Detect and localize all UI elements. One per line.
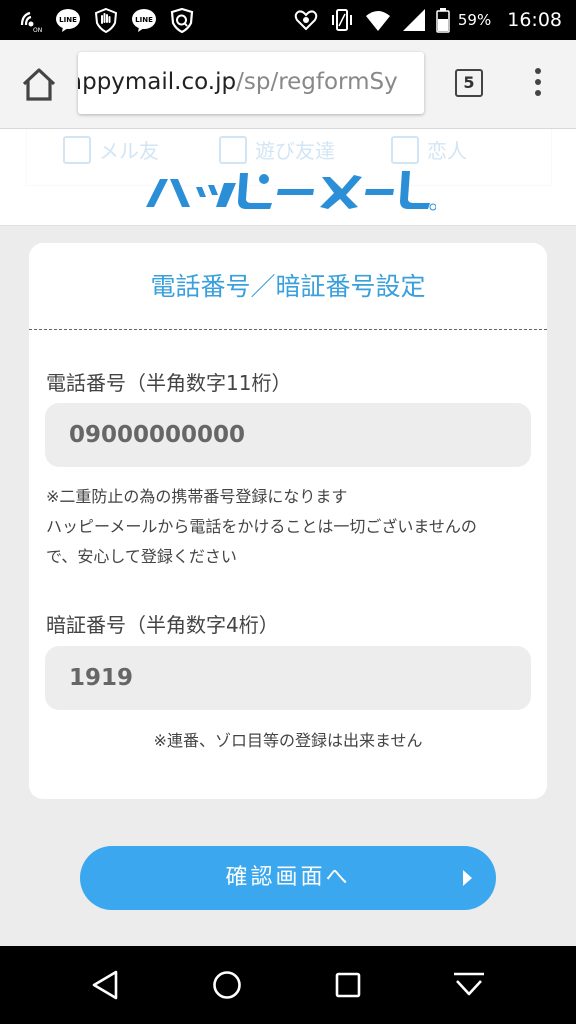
- svg-text:LINE: LINE: [135, 16, 153, 24]
- tab-switcher-button[interactable]: 5: [455, 69, 483, 97]
- pin-note: ※連番、ゾロ目等の登録は出来ません: [153, 731, 423, 750]
- dashed-divider: [29, 329, 547, 330]
- overflow-menu-icon[interactable]: [530, 68, 546, 100]
- happymail-logo: [144, 163, 437, 213]
- site-header: メル友 遊び友達 恋人: [0, 129, 576, 226]
- faded-checkbox: 恋人: [391, 135, 467, 164]
- phone-note: ※二重防止の為の携帯番号登録になります ハッピーメールから電話をかけることは一切…: [46, 487, 477, 566]
- url-path: /sp/regformSy: [236, 69, 398, 95]
- pin-input[interactable]: 1919: [45, 646, 531, 710]
- clock: 16:08: [507, 9, 562, 31]
- line-app-icon: LINE: [130, 6, 158, 34]
- back-icon[interactable]: [88, 968, 122, 1002]
- faded-checkbox: 遊び友達: [219, 135, 335, 164]
- hand-shield-icon: [92, 6, 120, 34]
- home-circle-icon[interactable]: [210, 968, 244, 1002]
- url-text: appymail.co.jp/sp/regformSy: [78, 69, 398, 95]
- wifi-icon: [364, 6, 392, 34]
- svg-text:ON: ON: [33, 27, 42, 33]
- nfc-on-icon: ON: [16, 6, 44, 34]
- battery-icon: [436, 6, 450, 34]
- phone-label: 電話番号（半角数字11桁）: [46, 371, 292, 395]
- browser-toolbar: appymail.co.jp/sp/regformSy 5: [0, 40, 576, 129]
- hide-keyboard-icon[interactable]: [452, 968, 486, 1002]
- chevron-right-icon: [463, 870, 472, 886]
- vibrate-icon: [328, 6, 356, 34]
- signal-icon: [400, 6, 428, 34]
- android-nav-bar: [0, 946, 576, 1024]
- registration-form-card: 電話番号／暗証番号設定 電話番号（半角数字11桁） 09000000000 ※二…: [29, 243, 547, 799]
- heart-notification-icon: [292, 6, 320, 34]
- home-icon[interactable]: [20, 66, 58, 104]
- pin-label: 暗証番号（半角数字4桁）: [46, 613, 279, 637]
- status-bar: ON LINE LINE 59% 16:08: [0, 0, 576, 40]
- line-app-icon: LINE: [54, 6, 82, 34]
- battery-percent: 59%: [457, 11, 492, 29]
- recents-icon[interactable]: [331, 968, 365, 1002]
- faded-checkbox: メル友: [63, 135, 159, 164]
- confirm-button-label: 確認画面へ: [225, 865, 351, 890]
- url-domain: appymail.co.jp: [78, 69, 237, 95]
- security-shield-icon: [168, 6, 196, 34]
- confirm-button[interactable]: 確認画面へ: [80, 846, 496, 910]
- url-bar[interactable]: appymail.co.jp/sp/regformSy: [78, 52, 424, 114]
- svg-text:LINE: LINE: [59, 16, 77, 24]
- form-title: 電話番号／暗証番号設定: [150, 272, 426, 301]
- phone-number-input[interactable]: 09000000000: [45, 403, 531, 467]
